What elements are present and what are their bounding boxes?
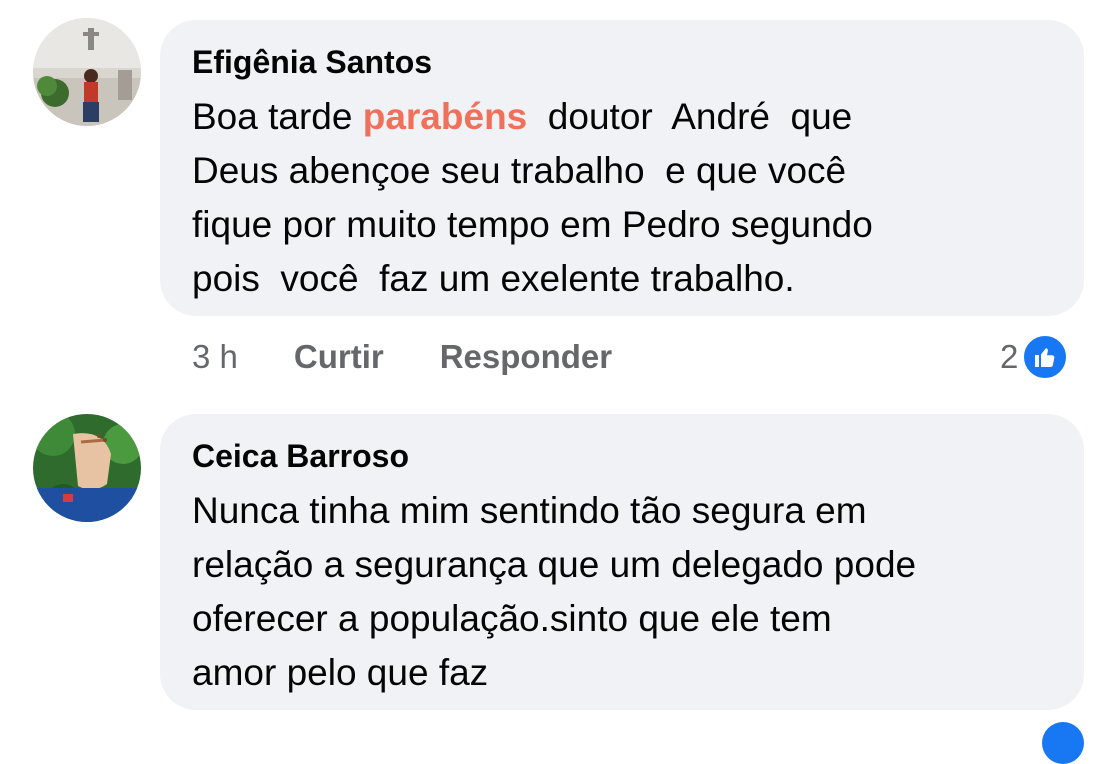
avatar[interactable] — [33, 18, 141, 126]
comment-author[interactable]: Efigênia Santos — [192, 42, 1052, 82]
profile-photo-icon — [33, 414, 141, 522]
highlighted-word: parabéns — [362, 96, 528, 137]
comment-text-start: Boa tarde — [192, 96, 363, 137]
comment-bubble: Efigênia Santos Boa tarde parabéns douto… — [160, 20, 1084, 316]
comment-author[interactable]: Ceica Barroso — [192, 436, 1052, 476]
avatar[interactable] — [33, 414, 141, 522]
comment-actions: 3 h Curtir Responder — [192, 338, 612, 376]
thumbs-up-icon — [1022, 334, 1069, 380]
thumbs-up-icon — [1042, 722, 1084, 764]
like-button[interactable]: Curtir — [294, 338, 384, 376]
comment-time[interactable]: 3 h — [192, 338, 238, 376]
comment-text: Boa tarde parabéns doutor André que Deus… — [192, 90, 1052, 306]
comment-bubble: Ceica Barroso Nunca tinha mim sentindo t… — [160, 414, 1084, 710]
reaction-count: 2 — [1000, 338, 1019, 375]
reaction-summary[interactable]: 2 — [1000, 334, 1069, 380]
comment-text: Nunca tinha mim sentindo tão segura em r… — [192, 490, 917, 693]
reply-button[interactable]: Responder — [440, 338, 612, 376]
profile-photo-icon — [33, 18, 141, 126]
